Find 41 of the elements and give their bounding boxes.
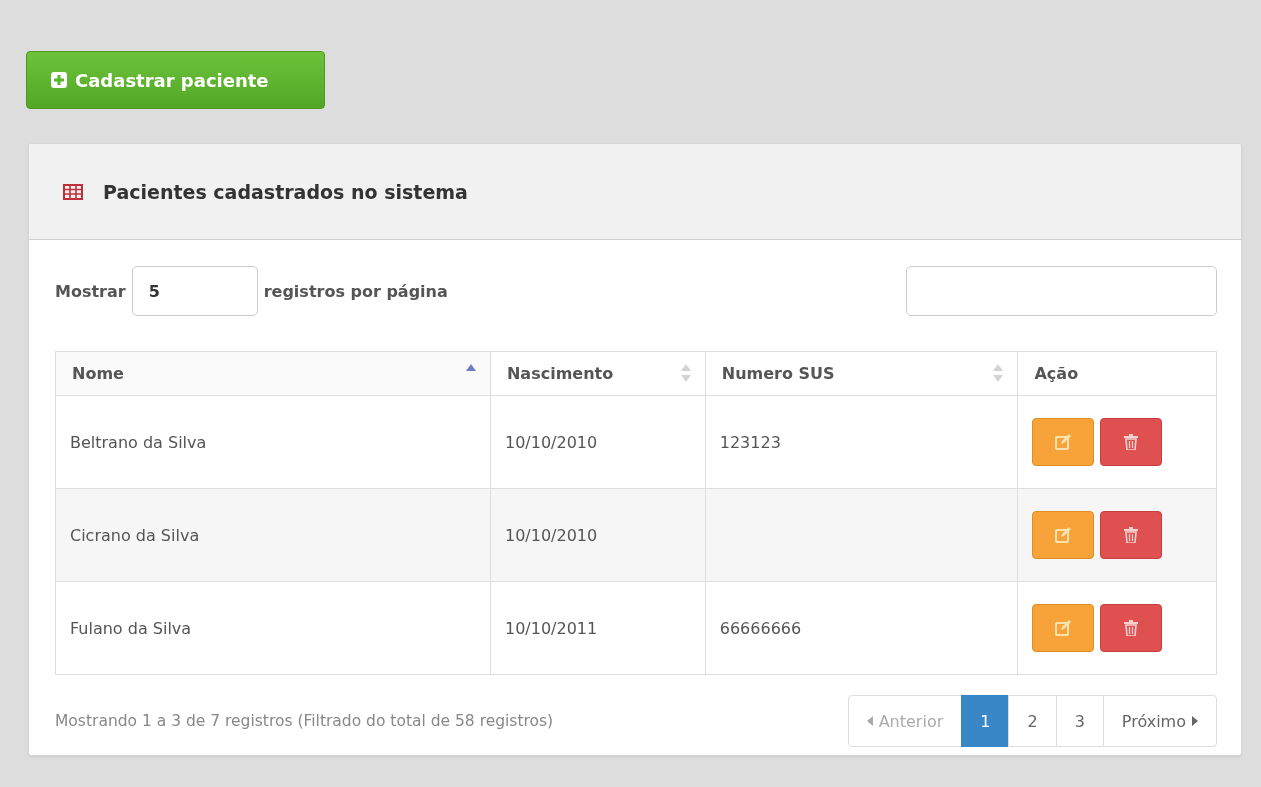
table-icon	[63, 183, 83, 200]
edit-icon	[1055, 527, 1072, 543]
column-header[interactable]: Nome	[55, 351, 491, 396]
table-cell: 10/10/2010	[490, 395, 706, 489]
delete-button[interactable]	[1100, 604, 1163, 652]
table-cell: 66666666	[705, 581, 1018, 675]
per-page-label: registros por página	[263, 281, 448, 301]
column-header[interactable]: Ação	[1018, 351, 1217, 396]
trash-icon	[1124, 527, 1139, 543]
edit-button[interactable]	[1032, 418, 1095, 466]
sort-ascending-icon	[465, 364, 476, 372]
column-header[interactable]: Nascimento	[490, 351, 706, 396]
edit-button[interactable]	[1032, 604, 1095, 652]
plus-icon	[51, 72, 67, 88]
next-page-button[interactable]: Próximo	[1102, 695, 1217, 747]
table-cell: 123123	[705, 395, 1018, 489]
records-info: Mostrando 1 a 3 de 7 registros (Filtrado do total de 58 registros)	[55, 712, 554, 730]
left-triangle-icon	[866, 716, 873, 726]
table-cell: 10/10/2011	[490, 581, 706, 675]
edit-icon	[1055, 434, 1072, 450]
trash-icon	[1124, 620, 1139, 636]
table-cell: Beltrano da Silva	[55, 395, 491, 489]
panel-title: Pacientes cadastrados no sistema	[103, 180, 468, 203]
right-triangle-icon	[1192, 716, 1198, 726]
search-field[interactable]	[906, 266, 1217, 316]
delete-button[interactable]	[1100, 511, 1163, 559]
edit-button[interactable]	[1032, 511, 1095, 559]
show-label: Mostrar	[55, 281, 126, 301]
delete-button[interactable]	[1100, 418, 1163, 466]
sort-icon	[680, 364, 691, 382]
page-size-field[interactable]: 5	[131, 266, 258, 316]
edit-icon	[1055, 620, 1072, 636]
table-cell: Fulano da Silva	[55, 581, 491, 675]
page-button[interactable]: 3	[1055, 695, 1104, 747]
column-header[interactable]: Numero SUS	[705, 351, 1018, 396]
page-button[interactable]: 2	[1008, 695, 1057, 747]
trash-icon	[1124, 434, 1139, 450]
sort-icon	[993, 364, 1004, 382]
table-cell: 10/10/2010	[490, 488, 706, 582]
table-cell: Cicrano da Silva	[55, 488, 491, 582]
page-button[interactable]: 1	[961, 695, 1010, 747]
